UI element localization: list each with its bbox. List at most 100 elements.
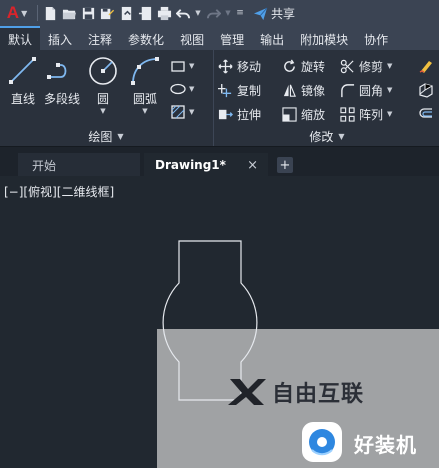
scale-label: 缩放 [301,107,326,122]
chevron-down-icon[interactable]: ▼ [387,110,392,118]
offset-button[interactable] [414,102,438,126]
modify-tools: 移动 旋转 修剪 ▼ 复制 镜像 圆角 ▼ 拉伸 缩放 阵列 ▼ [218,54,392,126]
chevron-down-icon[interactable]: ▼ [189,62,194,70]
quick-access-toolbar: A ▼ ▼ ▼ ≡ 共享 [0,0,439,26]
modify-panel-title[interactable]: 修改 ▼ [214,126,439,146]
rectangle-button[interactable]: ▼ [170,54,210,77]
open-folder-icon[interactable] [60,2,78,24]
draw-panel: 直线 多段线 圆 ▼ 圆弧 ▼ ▼ ▼ ▼ 绘图 ▼ [0,50,212,146]
rotate-label: 旋转 [301,59,326,74]
chevron-down-icon[interactable]: ▼ [193,2,203,24]
polyline-icon [47,63,67,79]
customize-icon[interactable]: ≡ [234,2,246,24]
share-button[interactable]: 共享 [253,5,295,22]
chevron-down-icon[interactable]: ▼ [100,107,105,115]
chevron-down-icon[interactable]: ▼ [387,62,392,70]
rotate-button[interactable]: 旋转 [282,58,340,75]
erase-button[interactable] [414,54,438,78]
new-file-icon[interactable] [41,2,59,24]
print-icon[interactable] [155,2,173,24]
offset-icon [419,108,432,118]
ellipse-button[interactable]: ▼ [170,77,210,100]
copy-icon [218,83,232,97]
chevron-down-icon[interactable]: ▼ [189,108,194,116]
draw-small-tools: ▼ ▼ ▼ [170,54,210,123]
document-tab-bar: 开始 Drawing1* × + [0,146,439,177]
fillet-button[interactable]: 圆角 ▼ [340,82,392,99]
explode-icon [419,83,433,98]
app-menu-button[interactable]: A ▼ [0,0,34,26]
modify-panel: 移动 旋转 修剪 ▼ 复制 镜像 圆角 ▼ 拉伸 缩放 阵列 ▼ 修改 ▼ [213,50,439,146]
circle-tool-button[interactable]: 圆 ▼ [86,54,120,115]
hatch-icon [171,104,185,119]
line-tool-label: 直线 [10,92,35,106]
arc-tool-label: 圆弧 [132,92,157,106]
add-tab-button[interactable]: + [277,157,293,173]
tab-collaborate[interactable]: 协作 [356,28,396,50]
ellipse-icon [170,83,186,94]
save-icon[interactable] [79,2,97,24]
close-icon[interactable]: × [247,158,258,173]
tab-addins[interactable]: 附加模块 [292,28,356,50]
watermark-text-1: 自由互联 [272,382,365,407]
tab-manage[interactable]: 管理 [212,28,252,50]
chevron-down-icon[interactable]: ▼ [223,2,233,24]
draw-panel-title[interactable]: 绘图 ▼ [0,126,212,146]
tab-parametric[interactable]: 参数化 [120,28,172,50]
trim-icon [340,59,354,73]
share-icon [253,7,268,20]
mirror-button[interactable]: 镜像 [282,82,340,99]
trim-label: 修剪 [359,59,384,74]
save-web-icon[interactable] [136,2,154,24]
open-web-icon[interactable] [117,2,135,24]
line-icon [9,57,36,84]
erase-icon [419,61,432,73]
redo-icon[interactable] [204,2,222,24]
move-button[interactable]: 移动 [218,58,282,75]
array-button[interactable]: 阵列 ▼ [340,106,392,123]
fillet-label: 圆角 [359,83,384,98]
rectangle-icon [171,60,185,72]
scale-button[interactable]: 缩放 [282,106,340,123]
stretch-label: 拉伸 [237,107,262,122]
ribbon-tabs: 默认 插入 注释 参数化 视图 管理 输出 附加模块 协作 [0,26,439,50]
trim-button[interactable]: 修剪 ▼ [340,58,392,75]
watermark-haozhuangji: 好装机 [300,420,417,466]
tab-annotate[interactable]: 注释 [80,28,120,50]
explode-button[interactable] [414,78,438,102]
chevron-down-icon[interactable]: ▼ [142,107,147,115]
chevron-down-icon[interactable]: ▼ [387,86,392,94]
mirror-icon [283,84,296,97]
arc-tool-button[interactable]: 圆弧 ▼ [128,54,162,115]
tab-drawing1[interactable]: Drawing1* × [144,153,268,177]
move-label: 移动 [237,59,262,74]
save-as-icon[interactable] [98,2,116,24]
mirror-label: 镜像 [301,83,326,98]
arc-icon [131,57,159,85]
chevron-down-icon[interactable]: ▼ [189,85,194,93]
separator [37,5,38,21]
tab-insert[interactable]: 插入 [40,28,80,50]
polyline-tool-button[interactable]: 多段线 [44,54,80,107]
autocad-logo-icon: A [6,3,20,22]
rotate-icon [284,59,295,72]
haozhuangji-logo-icon [302,422,342,462]
polyline-tool-label: 多段线 [44,92,81,106]
drawing-canvas[interactable]: [−][俯视][二维线框] 自由互联 好装机 [0,176,439,468]
copy-button[interactable]: 复制 [218,82,282,99]
share-label: 共享 [271,6,296,21]
tab-start[interactable]: 开始 [18,153,140,177]
tab-output[interactable]: 输出 [252,28,292,50]
hatch-button[interactable]: ▼ [170,100,210,123]
circle-icon [89,57,117,85]
modify-panel-title-label: 修改 [309,129,334,144]
tab-default[interactable]: 默认 [0,26,41,50]
stretch-button[interactable]: 拉伸 [218,106,282,123]
ribbon-panel: 直线 多段线 圆 ▼ 圆弧 ▼ ▼ ▼ ▼ 绘图 ▼ 移动 旋转 修剪 ▼ 复制… [0,50,439,146]
tab-view[interactable]: 视图 [172,28,212,50]
stretch-icon [218,109,233,119]
undo-icon[interactable] [174,2,192,24]
line-tool-button[interactable]: 直线 [6,54,40,107]
watermark-text-2: 好装机 [354,432,417,457]
chevron-down-icon: ▼ [338,131,345,141]
